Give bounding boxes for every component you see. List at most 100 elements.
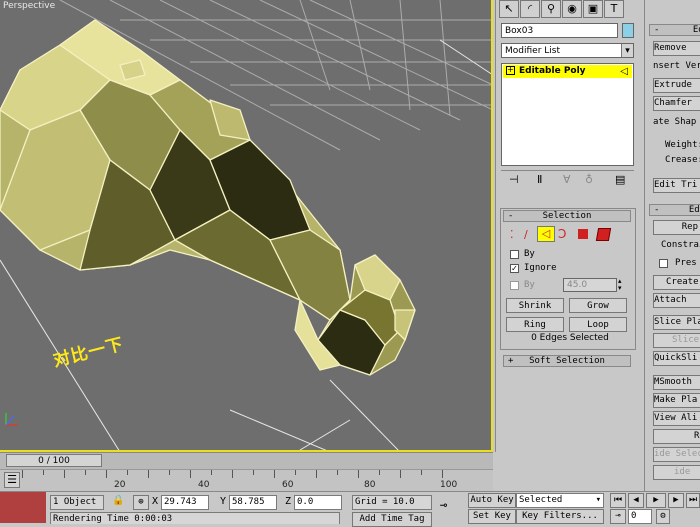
stack-item-label: Editable Poly [519, 66, 586, 76]
hierarchy-tab-icon[interactable]: ⚲ [541, 0, 561, 18]
slice-button[interactable]: Slice [653, 333, 700, 348]
time-slider-thumb[interactable]: 0 / 100 [6, 454, 102, 467]
trackbar-tick [442, 470, 443, 478]
viewport-label[interactable]: Perspective [3, 1, 55, 11]
view-align-button[interactable]: View Ali [653, 411, 700, 426]
spinner-arrows-icon[interactable]: ▴ ▾ [618, 278, 622, 292]
next-frame-icon[interactable]: ▶ [668, 493, 684, 508]
edit-edges-rollout-header[interactable]: - Edit [649, 24, 700, 36]
hide-unselected-button[interactable]: ide [653, 465, 700, 480]
grid-size: Grid = 10.0 [352, 495, 432, 510]
selection-rollout-header[interactable]: - Selection [503, 210, 631, 222]
trackbar-tick-label: 100 [440, 480, 458, 490]
edge-subobject-icon[interactable]: ∕ [524, 228, 528, 241]
trackbar-tick-label: 80 [364, 480, 376, 490]
key-mode-icon[interactable]: ⊸ [440, 498, 447, 512]
trackbar-tick [127, 470, 128, 475]
expand-icon[interactable]: + [506, 66, 515, 75]
trackbar-menu-icon[interactable]: ☰ [4, 472, 20, 488]
by-vertex-label: By [524, 249, 535, 259]
trackbar-tick [22, 470, 23, 478]
remove-modifier-icon[interactable]: ♁ [585, 173, 593, 186]
object-name-field[interactable]: Box03 [501, 23, 618, 38]
y-coordinate-field[interactable]: 58.785 [229, 495, 277, 510]
auto-key-button[interactable]: Auto Key [468, 493, 516, 508]
z-label: Z [285, 496, 292, 507]
edit-geometry-rollout-header[interactable]: - Edit [649, 204, 700, 216]
preserve-uvs-label: Pres [675, 258, 697, 268]
quickslice-button[interactable]: QuickSli [653, 351, 700, 366]
soft-selection-rollout-header[interactable]: + Soft Selection [503, 355, 631, 367]
lock-selection-icon[interactable]: 🔒 [112, 495, 124, 506]
polygon-subobject-icon[interactable] [578, 229, 588, 239]
create-button[interactable]: Create [653, 275, 700, 290]
modifier-list-dropdown[interactable]: Modifier List ▾ [501, 43, 634, 58]
insert-vertex-button[interactable]: nsert Vert [653, 61, 700, 71]
trackbar-tick [400, 470, 401, 478]
go-to-end-icon[interactable]: ⏭ [686, 493, 700, 508]
by-vertex-checkbox[interactable] [510, 250, 519, 259]
trackbar-tick [274, 470, 275, 478]
by-angle-label: By [524, 280, 535, 290]
create-shape-button[interactable]: ate Shap [653, 117, 696, 127]
trackbar-tick-label: 40 [198, 480, 210, 490]
vertex-subobject-icon[interactable]: ⁚ [510, 228, 514, 241]
constraints-label: Constrain [661, 240, 700, 250]
add-time-tag-button[interactable]: Add Time Tag [352, 512, 432, 527]
viewport-scene [0, 0, 491, 450]
loop-button[interactable]: Loop [569, 317, 627, 332]
trackbar[interactable]: ☰ 20 40 60 80 100 [0, 469, 493, 492]
element-subobject-icon[interactable] [595, 228, 612, 241]
attach-button[interactable]: Attach [653, 293, 700, 308]
make-unique-icon[interactable]: ∀ [563, 173, 571, 186]
ignore-backfacing-checkbox[interactable]: ✓ [510, 264, 519, 273]
relax-button[interactable]: Re [653, 429, 700, 444]
trackbar-tick [253, 470, 254, 475]
shrink-button[interactable]: Shrink [506, 298, 564, 313]
absolute-mode-icon[interactable]: ⊕ [133, 495, 149, 510]
border-subobject-icon[interactable]: ◁ [537, 226, 555, 242]
display-tab-icon[interactable]: ▣ [583, 0, 603, 18]
remove-button[interactable]: Remove [653, 41, 700, 56]
polygon-ring-subobject-icon[interactable]: Ↄ [558, 227, 566, 241]
msmooth-button[interactable]: MSmooth [653, 375, 700, 390]
ring-button[interactable]: Ring [506, 317, 564, 332]
grow-button[interactable]: Grow [569, 298, 627, 313]
preserve-uvs-checkbox[interactable] [659, 259, 668, 268]
extrude-button[interactable]: Extrude [653, 78, 700, 93]
by-angle-checkbox[interactable] [510, 281, 519, 290]
crease-label: Crease: [665, 155, 700, 165]
show-end-result-icon[interactable]: Ⅱ [537, 173, 542, 186]
motion-tab-icon[interactable]: ◉ [562, 0, 582, 18]
stack-item-editable-poly[interactable]: + Editable Poly ◁ [503, 65, 632, 78]
maxscript-listener-icon[interactable] [0, 492, 46, 523]
edge-subobject-icon: ◁ [620, 66, 628, 77]
previous-frame-icon[interactable]: ◀ [628, 493, 644, 508]
go-to-start-icon[interactable]: ⏮ [610, 493, 626, 508]
configure-modifier-sets-icon[interactable]: ▤ [615, 173, 625, 186]
trackbar-tick [43, 470, 44, 475]
create-tab-icon[interactable]: ↖ [499, 0, 519, 18]
perspective-viewport[interactable]: Perspective 对比一下 [0, 0, 493, 452]
play-icon[interactable]: ▶ [646, 493, 666, 508]
edit-triangulation-button[interactable]: Edit Tri [653, 178, 700, 193]
hide-selected-button[interactable]: ide Selec [653, 447, 700, 462]
repeat-last-button[interactable]: Rep [653, 220, 700, 235]
angle-spinner-field[interactable]: 45.0 [563, 278, 617, 292]
trackbar-tick-label: 20 [114, 480, 126, 490]
trackbar-tick [421, 470, 422, 475]
key-selection-dropdown[interactable]: Selected ▾ [516, 493, 604, 508]
status-bar: 1 Object 🔒 ⊕ X 29.743 Y 58.785 Z 0.0 Gri… [0, 491, 700, 527]
chamfer-button[interactable]: Chamfer [653, 96, 700, 111]
object-color-swatch[interactable] [622, 23, 634, 38]
pin-stack-icon[interactable]: ⊣ [509, 173, 519, 186]
make-planar-button[interactable]: Make Pla [653, 393, 700, 408]
utilities-tab-icon[interactable]: T [604, 0, 624, 18]
x-coordinate-field[interactable]: 29.743 [161, 495, 209, 510]
modify-tab-icon[interactable]: ◜ [520, 0, 540, 18]
slice-plane-button[interactable]: Slice Pla [653, 315, 700, 330]
ignore-backfacing-label: Ignore [524, 263, 557, 273]
trackbar-tick [148, 470, 149, 478]
modifier-stack: + Editable Poly ◁ [501, 63, 634, 166]
z-coordinate-field[interactable]: 0.0 [294, 495, 342, 510]
